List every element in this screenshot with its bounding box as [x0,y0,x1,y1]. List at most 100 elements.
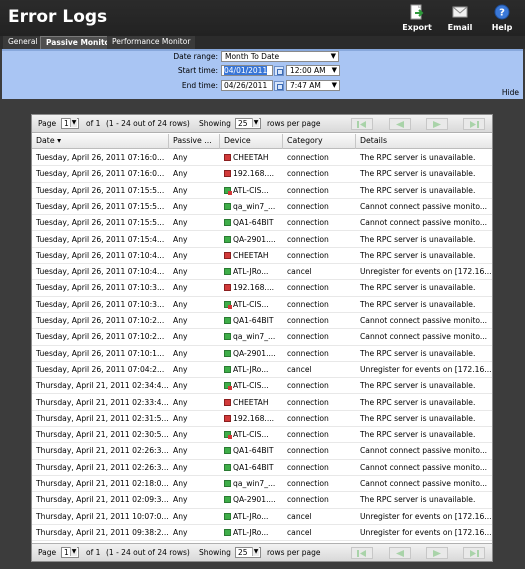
tab-general[interactable]: General [3,36,43,49]
device-name: QA-2901.... [233,348,276,358]
cell-category: connection [287,316,329,325]
cell-device: QA-2901.... [220,346,282,362]
table-row[interactable]: Thursday, April 21, 2011 02:26:3... Any QA… [32,460,492,476]
date-range-select[interactable]: Month To Date ▼ [221,51,339,62]
last-page-button[interactable] [463,547,485,559]
column-header-passive[interactable]: Passive ... [169,134,220,149]
device-name: CHEETAH [233,397,269,407]
row-range-text: (1 - 24 out of 24 rows) [106,119,190,128]
device-name: ATL-CIS... [233,185,269,195]
start-time-select[interactable]: 12:00 AM ▼ [286,65,340,76]
device-status-icon [224,398,231,406]
table-row[interactable]: Tuesday, April 26, 2011 07:15:4... Any QA-… [32,232,492,248]
cell-category: cancel [287,527,312,537]
cell-category: connection [287,201,329,211]
page-select[interactable]: 1 ▼ [61,547,79,558]
column-header-device[interactable]: Device [220,134,283,149]
export-label: Export [402,23,432,32]
table-row[interactable]: Tuesday, April 26, 2011 07:10:4... Any CHE… [32,248,492,265]
cell-details: Unregister for events on [172.16... [360,511,492,521]
device-name: QA-2901.... [233,495,276,505]
end-calendar-icon[interactable] [274,81,284,91]
start-date-input[interactable]: 04/01/2011 [221,65,273,76]
cell-passive-monitor: Any [173,267,188,277]
pager-bottom: Page 1 ▼ of 1 (1 - 24 out of 24 rows) Sh… [32,543,492,561]
table-row[interactable]: Thursday, April 21, 2011 02:31:5... Any 19… [32,411,492,428]
hide-filter-link[interactable]: Hide [502,88,519,97]
previous-page-button[interactable] [389,118,411,130]
cell-category: connection [287,169,329,179]
first-page-button[interactable] [351,118,373,130]
table-row[interactable]: Thursday, April 21, 2011 02:33:4... Any CH… [32,395,492,411]
table-row[interactable]: Tuesday, April 26, 2011 07:10:3... Any 192… [32,280,492,297]
next-page-button[interactable] [426,118,448,130]
cell-passive-monitor: Any [173,332,188,342]
next-page-button[interactable] [426,547,448,559]
rows-per-page-select[interactable]: 25 ▼ [235,547,261,558]
table-row[interactable]: Tuesday, April 26, 2011 07:10:2... Any qa_… [32,329,492,346]
cell-details: The RPC server is unavailable. [360,397,476,407]
chevron-down-icon: ▼ [252,547,259,556]
column-header-date[interactable]: Date ▾ [32,134,169,149]
start-calendar-icon[interactable] [274,66,284,76]
table-row[interactable]: Thursday, April 21, 2011 02:09:3... Any QA… [32,492,492,509]
table-row[interactable]: Tuesday, April 26, 2011 07:15:5... Any qa_… [32,199,492,216]
device-name: 192.168.... [233,283,275,293]
table-row[interactable]: Tuesday, April 26, 2011 07:15:5... Any QA1… [32,215,492,232]
cell-date: Tuesday, April 26, 2011 07:10:4... [36,250,165,260]
cell-passive-monitor: Any [173,413,188,423]
end-date-input[interactable]: 04/26/2011 [221,80,273,91]
rows-per-page-select[interactable]: 25 ▼ [235,118,261,129]
table-row[interactable]: Tuesday, April 26, 2011 07:10:2... Any QA1… [32,313,492,330]
table-row[interactable]: Tuesday, April 26, 2011 07:10:3... Any ATL… [32,297,492,313]
column-header-category[interactable]: Category [283,134,356,149]
end-date-value: 04/26/2011 [224,81,268,90]
last-page-button[interactable] [463,118,485,130]
end-time-select[interactable]: 7:47 AM ▼ [286,80,340,91]
email-button[interactable]: Email [440,4,480,32]
device-name: QA1-64BIT [233,316,274,325]
filter-panel: Date range: Month To Date ▼ Start time: … [2,49,523,99]
table-row[interactable]: Thursday, April 21, 2011 09:38:2... Any AT… [32,525,492,542]
column-header-details[interactable]: Details [356,134,492,149]
tab-bar: General Passive Monitor Performance Moni… [0,36,525,49]
cell-passive-monitor: Any [173,153,188,162]
cell-details: The RPC server is unavailable. [360,234,476,244]
device-status-icon [224,186,232,195]
cell-passive-monitor: Any [173,250,188,260]
device-status-icon [224,154,231,161]
cell-category: connection [287,348,329,358]
cell-category: connection [287,299,329,309]
device-status-icon [224,480,231,487]
cell-details: Unregister for events on [172.16... [360,364,492,374]
table-row[interactable]: Tuesday, April 26, 2011 07:04:2... Any ATL… [32,362,492,379]
table-row[interactable]: Tuesday, April 26, 2011 07:10:4... Any ATL… [32,264,492,281]
cell-date: Tuesday, April 26, 2011 07:15:4... [36,234,165,244]
table-row[interactable]: Tuesday, April 26, 2011 07:10:1... Any QA-… [32,346,492,362]
table-row[interactable]: Thursday, April 21, 2011 02:30:5... Any AT… [32,427,492,444]
date-range-value: Month To Date [225,52,280,61]
tab-performance-monitor[interactable]: Performance Monitor [107,36,196,49]
cell-date: Tuesday, April 26, 2011 07:15:5... [36,218,165,228]
cell-device: ATL-CIS... [220,297,282,313]
table-row[interactable]: Tuesday, April 26, 2011 07:15:5... Any ATL… [32,183,492,199]
table-row[interactable]: Thursday, April 21, 2011 10:07:0... Any AT… [32,509,492,525]
first-page-button[interactable] [351,547,373,559]
cell-details: The RPC server is unavailable. [360,413,476,423]
table-row[interactable]: Thursday, April 21, 2011 02:18:0... Any qa… [32,476,492,493]
device-status-icon [224,170,231,178]
table-row[interactable]: Tuesday, April 26, 2011 07:16:0... Any CHE… [32,150,492,167]
device-name: ATL-JRo... [233,527,269,537]
help-button[interactable]: ? Help [482,4,522,32]
table-row[interactable]: Thursday, April 21, 2011 02:26:3... Any QA… [32,443,492,460]
email-label: Email [447,23,473,32]
cell-device: CHEETAH [220,395,282,411]
device-name: ATL-CIS... [233,430,269,440]
cell-device: ATL-CIS... [220,183,282,199]
cell-date: Thursday, April 21, 2011 09:38:2... [36,527,168,537]
page-select[interactable]: 1 ▼ [61,118,79,129]
previous-page-button[interactable] [389,547,411,559]
export-button[interactable]: Export [397,4,437,32]
table-row[interactable]: Tuesday, April 26, 2011 07:16:0... Any 192… [32,166,492,183]
table-row[interactable]: Thursday, April 21, 2011 02:34:4... Any AT… [32,378,492,395]
